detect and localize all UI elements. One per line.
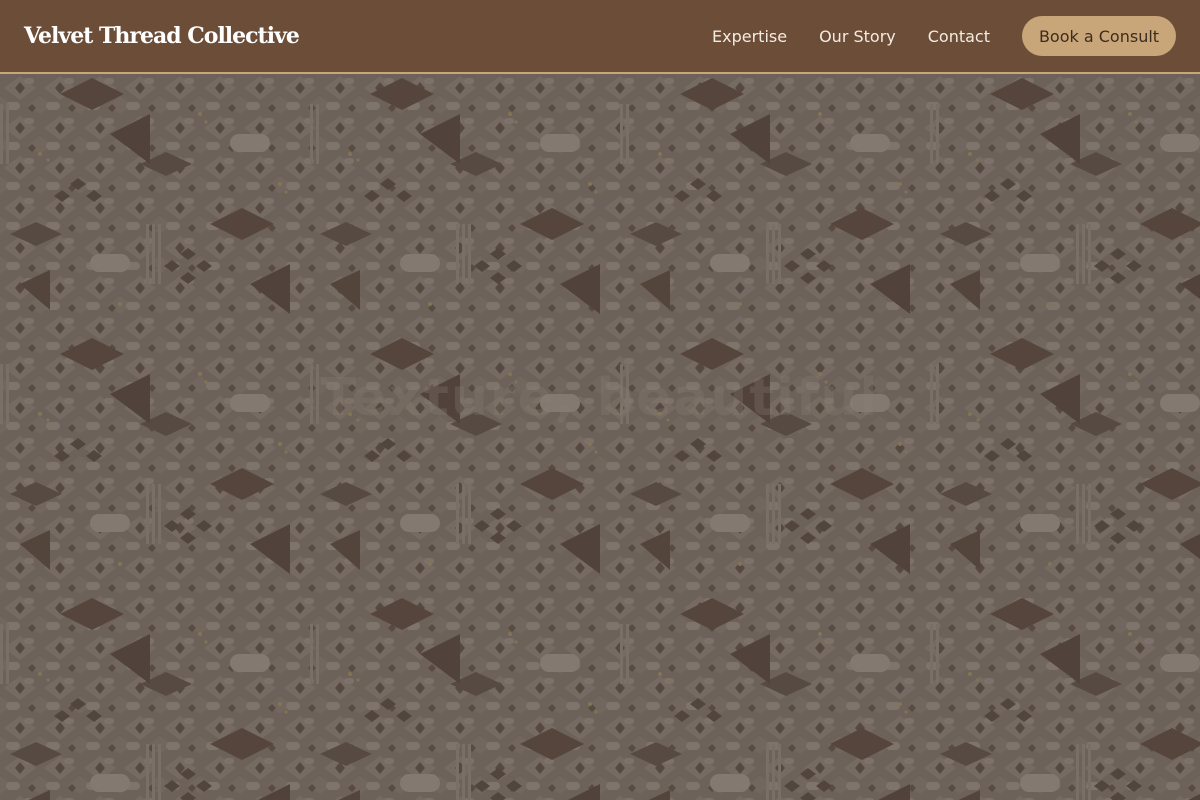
book-consult-button[interactable]: Book a Consult xyxy=(1022,16,1176,56)
hero-overlay xyxy=(0,74,1200,800)
hero-section: Texture, beautiful xyxy=(0,74,1200,800)
nav-link-contact[interactable]: Contact xyxy=(928,27,990,46)
nav-link-our-story[interactable]: Our Story xyxy=(819,27,896,46)
main-nav: Expertise Our Story Contact Book a Consu… xyxy=(712,16,1176,56)
hero-faded-title: Texture, beautiful xyxy=(320,368,880,428)
brand-logo[interactable]: Velvet Thread Collective xyxy=(24,23,300,49)
site-header: Velvet Thread Collective Expertise Our S… xyxy=(0,0,1200,74)
nav-link-expertise[interactable]: Expertise xyxy=(712,27,787,46)
